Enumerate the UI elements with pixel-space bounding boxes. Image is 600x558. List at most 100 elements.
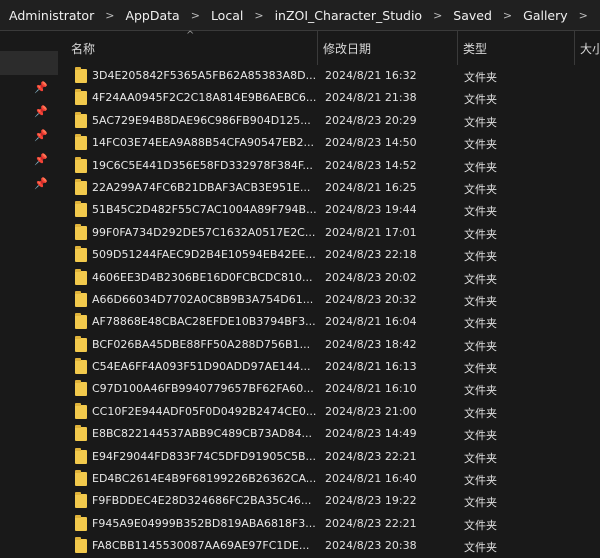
- file-type: 文件夹: [464, 429, 497, 443]
- file-type: 文件夹: [464, 317, 497, 331]
- breadcrumb-separator-icon[interactable]: >: [245, 9, 272, 22]
- file-date: 2024/8/23 22:21: [325, 516, 417, 530]
- file-date: 2024/8/23 21:00: [325, 404, 417, 418]
- file-row[interactable]: 3D4E205842F5365A5FB62A85383A8D... 2024/8/…: [58, 65, 600, 87]
- file-name[interactable]: F945A9E04999B352BD819ABA6818F3...: [92, 517, 316, 530]
- file-row[interactable]: FA8CBB1145530087AA69AE97FC1DE... 2024/8/2…: [58, 535, 600, 557]
- file-name[interactable]: 14FC03E74EEA9A88B54CFA90547EB2...: [92, 136, 314, 149]
- pin-icon[interactable]: 📌: [34, 81, 48, 95]
- file-row[interactable]: AF78868E48CBAC28EFDE10B3794BF3... 2024/8/…: [58, 311, 600, 333]
- column-divider[interactable]: [457, 31, 458, 65]
- navigation-selected-item[interactable]: [0, 51, 58, 75]
- file-row[interactable]: ED4BC2614E4B9F68199226B26362CA... 2024/8/…: [58, 468, 600, 490]
- file-name[interactable]: 99F0FA734D292DE57C1632A0517E2C...: [92, 226, 315, 239]
- pin-icon[interactable]: 📌: [34, 153, 48, 167]
- breadcrumb-item[interactable]: Gallery: [521, 8, 570, 23]
- breadcrumb-item[interactable]: Administrator: [0, 8, 96, 23]
- file-row[interactable]: E8BC822144537ABB9C489CB73AD84... 2024/8/2…: [58, 423, 600, 445]
- folder-icon: [75, 223, 87, 240]
- file-row[interactable]: C54EA6FF4A093F51D90ADD97AE144... 2024/8/2…: [58, 356, 600, 378]
- pin-icon[interactable]: 📌: [34, 105, 48, 119]
- file-row[interactable]: CC10F2E944ADF05F0D0492B2474CE0... 2024/8/…: [58, 401, 600, 423]
- file-type: 文件夹: [464, 115, 497, 129]
- breadcrumb-item[interactable]: inZOI_Character_Studio: [273, 8, 425, 23]
- file-row[interactable]: A66D66034D7702A0C8B9B3A754D61... 2024/8/2…: [58, 289, 600, 311]
- file-name[interactable]: BCF026BA45DBE88FF50A288D756B1...: [92, 338, 310, 351]
- navigation-pane: 📌 📌 📌 📌 📌: [0, 31, 58, 515]
- file-row[interactable]: 5AC729E94B8DAE96C986FB904D125... 2024/8/2…: [58, 110, 600, 132]
- folder-icon: [75, 313, 87, 330]
- column-divider[interactable]: [574, 31, 575, 65]
- folder-icon: [75, 514, 87, 531]
- file-row[interactable]: F945A9E04999B352BD819ABA6818F3... 2024/8/…: [58, 513, 600, 535]
- file-name[interactable]: 22A299A74FC6B21DBAF3ACB3E951E...: [92, 181, 310, 194]
- file-name[interactable]: 19C6C5E441D356E58FD332978F384F...: [92, 159, 313, 172]
- file-row[interactable]: 14FC03E74EEA9A88B54CFA90547EB2... 2024/8/…: [58, 132, 600, 154]
- file-row[interactable]: 99F0FA734D292DE57C1632A0517E2C... 2024/8/…: [58, 222, 600, 244]
- folder-icon: [75, 290, 87, 307]
- breadcrumb-separator-icon[interactable]: >: [570, 9, 597, 22]
- column-header-type[interactable]: 类型: [463, 40, 487, 57]
- file-name[interactable]: 4606EE3D4B2306BE16D0FCBCDC810...: [92, 271, 313, 284]
- file-date: 2024/8/23 19:44: [325, 203, 417, 217]
- breadcrumb-separator-icon[interactable]: >: [96, 9, 123, 22]
- file-name[interactable]: AF78868E48CBAC28EFDE10B3794BF3...: [92, 315, 316, 328]
- file-type: 文件夹: [464, 496, 497, 510]
- folder-icon: [75, 134, 87, 151]
- file-name[interactable]: A66D66034D7702A0C8B9B3A754D61...: [92, 293, 313, 306]
- file-name[interactable]: C54EA6FF4A093F51D90ADD97AE144...: [92, 360, 311, 373]
- file-type: 文件夹: [464, 138, 497, 152]
- folder-icon: [75, 380, 87, 397]
- file-name[interactable]: FA8CBB1145530087AA69AE97FC1DE...: [92, 539, 309, 552]
- file-type: 文件夹: [464, 339, 497, 353]
- file-name[interactable]: 5AC729E94B8DAE96C986FB904D125...: [92, 114, 311, 127]
- file-name[interactable]: F9FBDDEC4E28D324686FC2BA35C46...: [92, 494, 311, 507]
- breadcrumb-item[interactable]: AppData: [123, 8, 181, 23]
- pin-icon[interactable]: 📌: [34, 177, 48, 191]
- folder-icon: [75, 447, 87, 464]
- column-header-size[interactable]: 大小: [580, 40, 600, 57]
- file-name[interactable]: 51B45C2D482F55C7AC1004A89F794B...: [92, 203, 317, 216]
- breadcrumb: Administrator > AppData > Local > inZOI_Charac…: [0, 0, 600, 31]
- file-date: 2024/8/23 14:50: [325, 136, 417, 150]
- file-row[interactable]: 19C6C5E441D356E58FD332978F384F... 2024/8/…: [58, 155, 600, 177]
- file-name[interactable]: E8BC822144537ABB9C489CB73AD84...: [92, 427, 312, 440]
- file-name[interactable]: C97D100A46FB9940779657BF62FA60...: [92, 382, 314, 395]
- file-row[interactable]: F9FBDDEC4E28D324686FC2BA35C46... 2024/8/2…: [58, 490, 600, 512]
- breadcrumb-separator-icon[interactable]: >: [494, 9, 521, 22]
- file-row[interactable]: 22A299A74FC6B21DBAF3ACB3E951E... 2024/8/2…: [58, 177, 600, 199]
- folder-icon: [75, 425, 87, 442]
- column-header-name[interactable]: 名称: [71, 40, 95, 57]
- column-divider[interactable]: [317, 31, 318, 65]
- breadcrumb-separator-icon[interactable]: >: [182, 9, 209, 22]
- file-row[interactable]: BCF026BA45DBE88FF50A288D756B1... 2024/8/2…: [58, 334, 600, 356]
- file-row[interactable]: 4606EE3D4B2306BE16D0FCBCDC810... 2024/8/2…: [58, 267, 600, 289]
- file-date: 2024/8/21 17:01: [325, 225, 417, 239]
- breadcrumb-item[interactable]: Saved: [451, 8, 494, 23]
- file-name[interactable]: 4F24AA0945F2C2C18A814E9B6AEBC6...: [92, 91, 316, 104]
- file-name[interactable]: E94F29044FD833F74C5DFD91905C5B...: [92, 450, 316, 463]
- file-date: 2024/8/23 22:21: [325, 449, 417, 463]
- breadcrumb-item[interactable]: Local: [209, 8, 245, 23]
- file-name[interactable]: 3D4E205842F5365A5FB62A85383A8D...: [92, 69, 316, 82]
- file-date: 2024/8/23 20:32: [325, 292, 417, 306]
- file-row[interactable]: C97D100A46FB9940779657BF62FA60... 2024/8/…: [58, 378, 600, 400]
- column-header-date[interactable]: 修改日期: [323, 40, 371, 57]
- pin-icon[interactable]: 📌: [34, 129, 48, 143]
- folder-icon: [75, 67, 87, 83]
- file-name[interactable]: CC10F2E944ADF05F0D0492B2474CE0...: [92, 405, 316, 418]
- file-type: 文件夹: [464, 93, 497, 107]
- file-date: 2024/8/23 20:29: [325, 113, 417, 127]
- file-name[interactable]: ED4BC2614E4B9F68199226B26362CA...: [92, 472, 316, 485]
- breadcrumb-separator-icon[interactable]: >: [424, 9, 451, 22]
- file-row[interactable]: 509D51244FAEC9D2B4E10594EB42EE... 2024/8/…: [58, 244, 600, 266]
- file-row[interactable]: 51B45C2D482F55C7AC1004A89F794B... 2024/8/…: [58, 199, 600, 221]
- file-row[interactable]: E94F29044FD833F74C5DFD91905C5B... 2024/8/…: [58, 446, 600, 468]
- file-name[interactable]: 509D51244FAEC9D2B4E10594EB42EE...: [92, 248, 316, 261]
- folder-icon: [75, 470, 87, 487]
- file-date: 2024/8/23 20:38: [325, 539, 417, 553]
- file-row[interactable]: 4F24AA0945F2C2C18A814E9B6AEBC6... 2024/8/…: [58, 87, 600, 109]
- file-date: 2024/8/23 20:02: [325, 270, 417, 284]
- file-date: 2024/8/21 16:13: [325, 360, 417, 374]
- folder-icon: [75, 537, 87, 554]
